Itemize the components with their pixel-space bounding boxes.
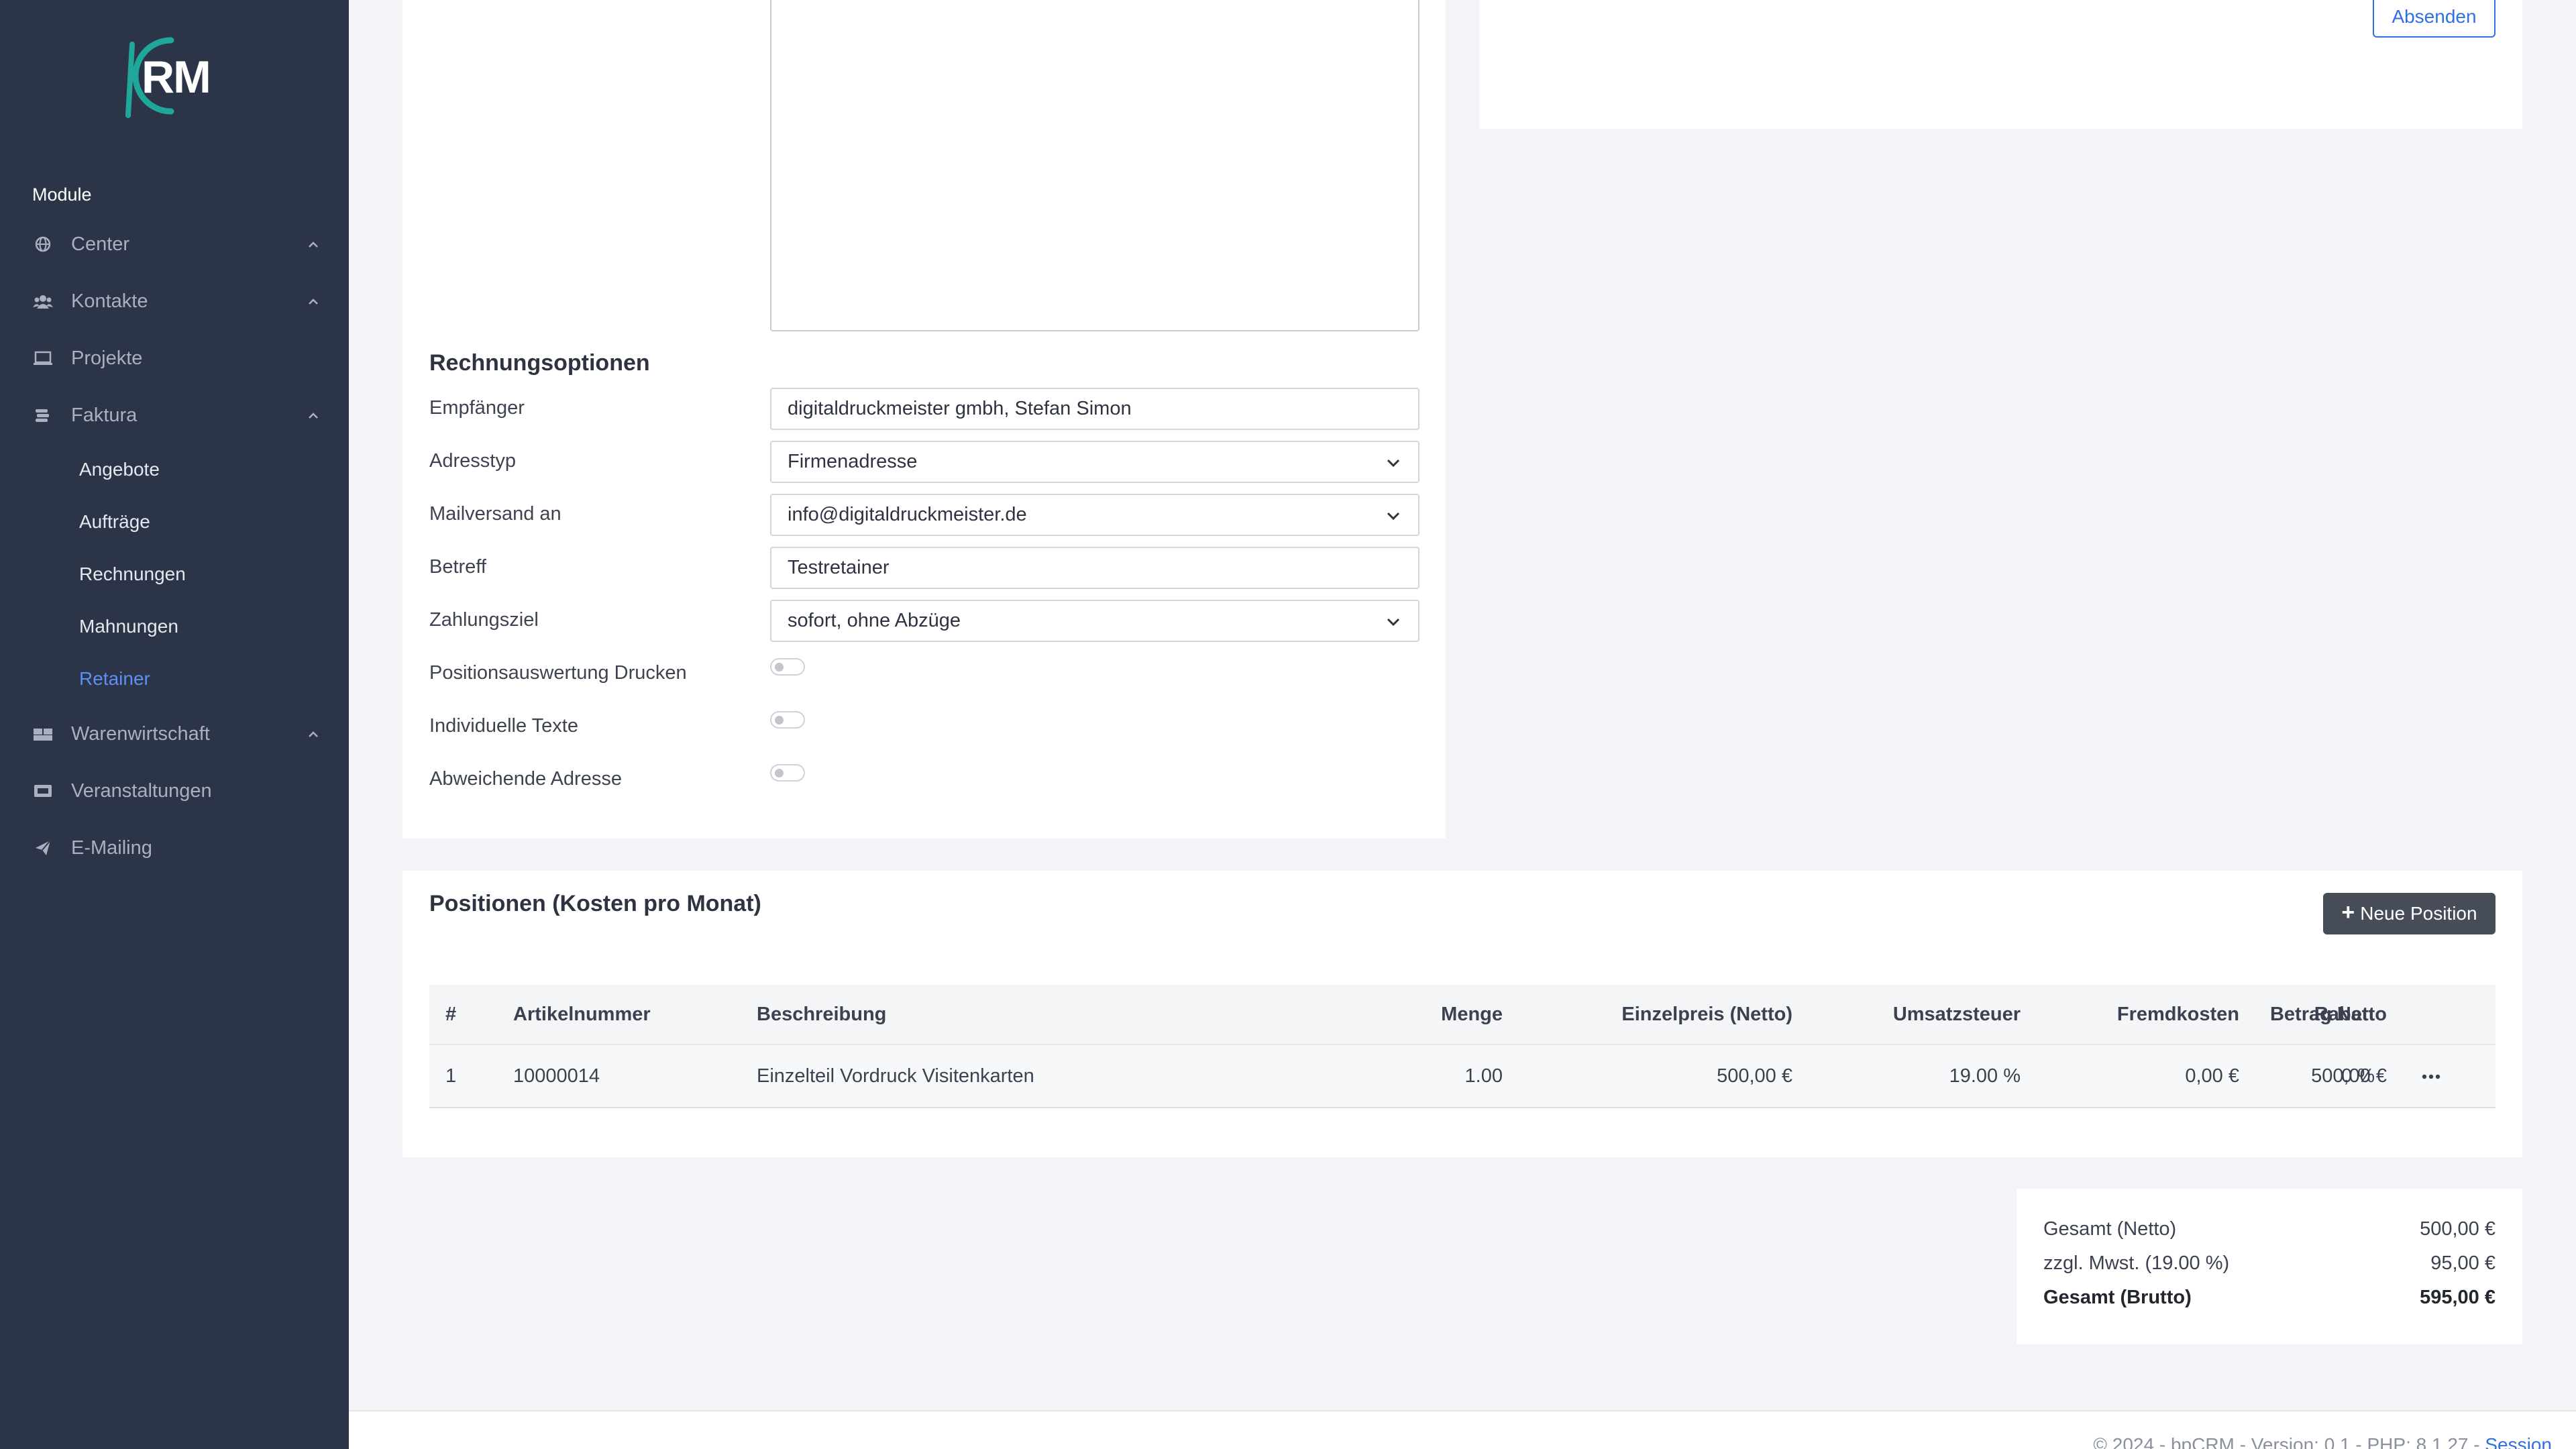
col-quantity: Menge xyxy=(1441,1003,1503,1025)
total-net-value: 500,00 € xyxy=(2420,1218,2496,1240)
col-unit-price: Einzelpreis (Netto) xyxy=(1621,1003,1792,1025)
recipient-value: digitaldruckmeister gmbh, Stefan Simon xyxy=(788,398,1132,419)
chevron-down-icon xyxy=(1387,618,1400,627)
cell-number: 1 xyxy=(445,1065,457,1087)
nav-item-e-mailing[interactable]: E-Mailing xyxy=(32,828,321,868)
sidebar: RM Module Center Kontakte Projekte Faktu… xyxy=(0,0,349,1449)
new-position-button[interactable]: + Neue Position xyxy=(2323,893,2496,934)
coins-icon xyxy=(32,405,54,426)
col-description: Beschreibung xyxy=(757,1003,887,1025)
address-type-label: Adresstyp xyxy=(429,450,516,472)
chevron-down-icon xyxy=(1387,459,1400,468)
chevron-up-icon xyxy=(309,241,318,248)
toggle-position-print[interactable] xyxy=(770,658,805,676)
total-net-label: Gesamt (Netto) xyxy=(2043,1218,2177,1240)
chevron-up-icon xyxy=(309,731,318,737)
module-heading: Module xyxy=(32,184,92,205)
address-type-select[interactable]: Firmenadresse xyxy=(770,441,1419,483)
sidebar-sub-retainer[interactable]: Retainer xyxy=(79,668,150,690)
notes-textarea[interactable] xyxy=(770,0,1419,331)
table-row[interactable]: 1 10000014 Einzelteil Vordruck Visitenka… xyxy=(429,1045,2496,1108)
toggle-individual-texts[interactable] xyxy=(770,711,805,729)
paper-plane-icon xyxy=(32,837,54,859)
chevron-up-icon xyxy=(309,299,318,305)
col-vat: Umsatzsteuer xyxy=(1892,1003,2021,1025)
ticket-icon xyxy=(32,780,54,802)
send-card xyxy=(1479,0,2522,129)
cell-vat: 19.00 % xyxy=(1949,1065,2021,1087)
total-gross-label: Gesamt (Brutto) xyxy=(2043,1287,2192,1308)
toggle-label-individual-texts: Individuelle Texte xyxy=(429,715,578,737)
total-vat-label: zzgl. Mwst. (19.00 %) xyxy=(2043,1252,2230,1274)
laptop-icon xyxy=(32,347,54,369)
recipient-field[interactable]: digitaldruckmeister gmbh, Stefan Simon xyxy=(770,388,1419,430)
nav-label-faktura: Faktura xyxy=(71,404,138,426)
total-gross-line: Gesamt (Brutto) 595,00 € xyxy=(2043,1287,2496,1309)
total-vat-line: zzgl. Mwst. (19.00 %) 95,00 € xyxy=(2043,1252,2496,1275)
total-gross-value: 595,00 € xyxy=(2420,1287,2496,1308)
nav-label-projekte: Projekte xyxy=(71,347,143,369)
invoice-options-title: Rechnungsoptionen xyxy=(429,350,650,376)
sidebar-sub-auftraege[interactable]: Aufträge xyxy=(79,511,150,533)
nav-label-kontakte: Kontakte xyxy=(71,290,148,312)
nav-item-center[interactable]: Center xyxy=(32,224,321,264)
cell-quantity: 1.00 xyxy=(1464,1065,1503,1087)
nav-label-e-mailing: E-Mailing xyxy=(71,837,152,859)
nav-label-warenwirtschaft: Warenwirtschaft xyxy=(71,722,210,745)
submit-button[interactable]: Absenden xyxy=(2373,0,2496,38)
address-type-value: Firmenadresse xyxy=(788,451,918,472)
plus-icon: + xyxy=(2341,899,2355,925)
positions-title: Positionen (Kosten pro Monat) xyxy=(429,891,761,916)
nav-item-veranstaltungen[interactable]: Veranstaltungen xyxy=(32,771,321,811)
footer-text: © 2024 - bpCRM - Version: 0.1 - PHP: 8.1… xyxy=(2093,1434,2552,1449)
nav-item-faktura[interactable]: Faktura xyxy=(32,395,321,435)
cell-description: Einzelteil Vordruck Visitenkarten xyxy=(757,1065,1034,1087)
globe-icon xyxy=(32,233,54,255)
toggle-label-position-print: Positionsauswertung Drucken xyxy=(429,662,687,684)
mail-to-select[interactable]: info@digitaldruckmeister.de xyxy=(770,494,1419,536)
toggle-alt-address[interactable] xyxy=(770,764,805,782)
sidebar-sub-mahnungen[interactable]: Mahnungen xyxy=(79,616,178,637)
table-header: # Artikelnummer Beschreibung Menge Einze… xyxy=(429,985,2496,1045)
nav-item-projekte[interactable]: Projekte xyxy=(32,338,321,378)
chevron-down-icon xyxy=(1387,512,1400,521)
col-number: # xyxy=(445,1003,457,1025)
positions-table: # Artikelnummer Beschreibung Menge Einze… xyxy=(429,985,2496,1108)
footer-version: © 2024 - bpCRM - Version: 0.1 - PHP: 8.1… xyxy=(2093,1434,2485,1449)
col-article-number: Artikelnummer xyxy=(513,1003,651,1025)
logo-text: RM xyxy=(142,52,211,103)
nav-item-warenwirtschaft[interactable]: Warenwirtschaft xyxy=(32,714,321,754)
cell-unit-price: 500,00 € xyxy=(1717,1065,1792,1087)
boxes-icon xyxy=(32,723,54,745)
footer-session-link[interactable]: Session xyxy=(2485,1434,2552,1449)
payment-term-label: Zahlungsziel xyxy=(429,609,539,631)
payment-term-select[interactable]: sofort, ohne Abzüge xyxy=(770,600,1419,642)
nav-label-center: Center xyxy=(71,233,130,255)
mail-to-label: Mailversand an xyxy=(429,503,561,525)
total-net-line: Gesamt (Netto) 500,00 € xyxy=(2043,1218,2496,1240)
cell-net-amount: 500,00 € xyxy=(2311,1065,2387,1087)
subject-value: Testretainer xyxy=(788,557,890,578)
total-vat-value: 95,00 € xyxy=(2430,1252,2496,1274)
sidebar-sub-angebote[interactable]: Angebote xyxy=(79,459,160,480)
mail-to-value: info@digitaldruckmeister.de xyxy=(788,504,1027,525)
nav-label-veranstaltungen: Veranstaltungen xyxy=(71,780,212,802)
toggle-label-alt-address: Abweichende Adresse xyxy=(429,768,622,790)
sidebar-sub-rechnungen[interactable]: Rechnungen xyxy=(79,564,186,585)
new-position-label: Neue Position xyxy=(2360,903,2477,924)
app-logo[interactable]: RM xyxy=(124,32,225,119)
nav-item-kontakte[interactable]: Kontakte xyxy=(32,281,321,321)
more-options-icon[interactable] xyxy=(2420,1067,2442,1087)
recipient-label: Empfänger xyxy=(429,397,525,419)
chevron-up-icon xyxy=(309,413,318,419)
cell-article-number: 10000014 xyxy=(513,1065,600,1087)
users-icon xyxy=(32,290,54,312)
col-net-amount: Betrag Netto xyxy=(2269,1003,2387,1025)
subject-field[interactable]: Testretainer xyxy=(770,547,1419,589)
payment-term-value: sofort, ohne Abzüge xyxy=(788,610,961,631)
subject-label: Betreff xyxy=(429,556,486,578)
